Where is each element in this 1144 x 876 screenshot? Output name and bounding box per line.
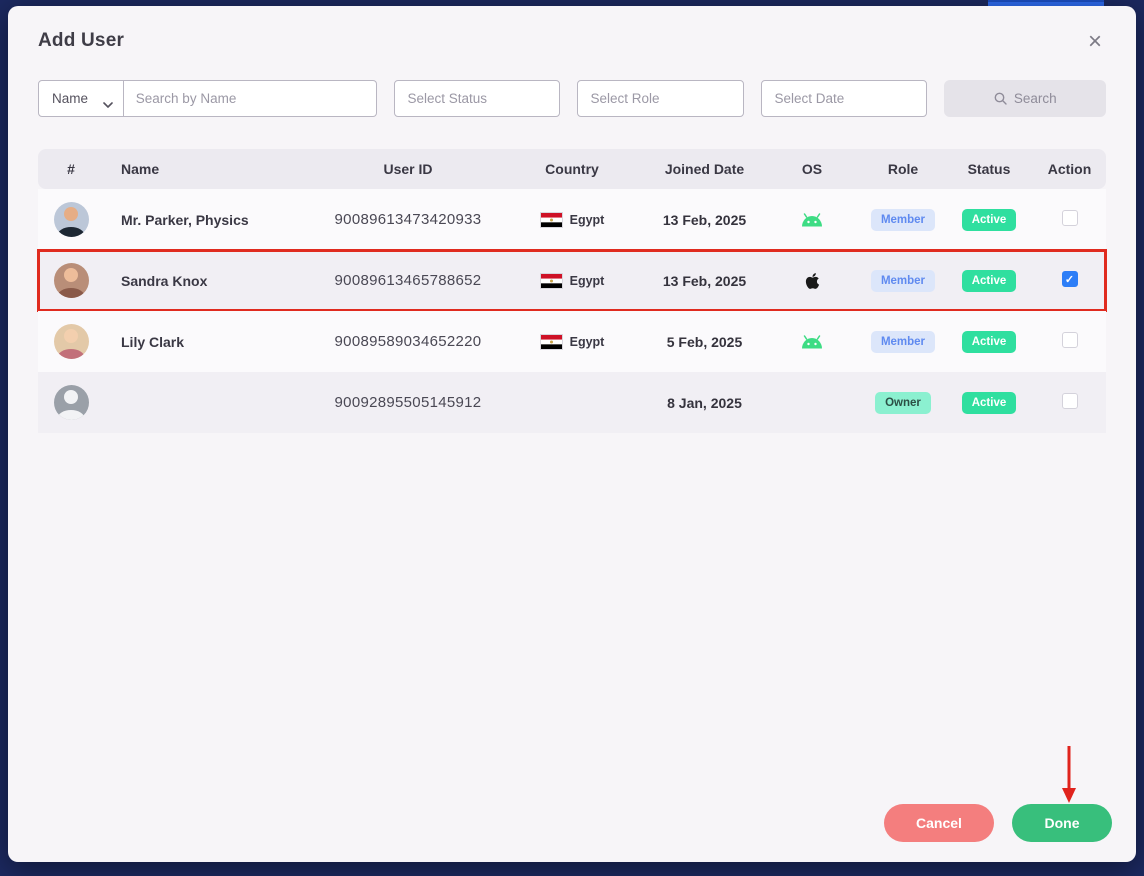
- country-cell: Egypt: [498, 333, 646, 350]
- table-row[interactable]: Sandra Knox 90089613465788652 Egypt 13 F…: [37, 249, 1107, 312]
- user-name: Lily Clark: [121, 333, 185, 350]
- close-icon[interactable]: ×: [1084, 30, 1106, 54]
- android-icon: [800, 334, 824, 349]
- column-header: Joined Date: [664, 161, 745, 177]
- user-id: 90089613473420933: [334, 211, 482, 228]
- role-badge: Member: [870, 330, 936, 353]
- role-badge: Member: [870, 269, 936, 292]
- user-id: 90092895505145912: [334, 394, 482, 411]
- done-button[interactable]: Done: [1012, 804, 1112, 842]
- os-cell: [763, 212, 861, 227]
- modal-title: Add User: [38, 30, 125, 51]
- select-role-input[interactable]: [577, 80, 745, 117]
- column-header: User ID: [383, 161, 433, 177]
- country-cell: Egypt: [498, 272, 646, 289]
- column-header: #: [67, 161, 75, 177]
- joined-date: 13 Feb, 2025: [662, 272, 747, 289]
- joined-date: 13 Feb, 2025: [662, 211, 747, 228]
- search-by-name-input[interactable]: [123, 80, 378, 117]
- select-date-input[interactable]: [761, 80, 928, 117]
- add-user-modal: Add User × Name Search # Name User ID Count…: [8, 6, 1136, 862]
- select-status-input[interactable]: [394, 80, 561, 117]
- row-checkbox[interactable]: [1061, 210, 1078, 226]
- joined-date: 8 Jan, 2025: [667, 394, 742, 411]
- table-header-row: # Name User ID Country Joined Date OS Role Stat…: [38, 149, 1106, 189]
- egypt-flag-icon: [539, 211, 563, 228]
- avatar: [53, 202, 89, 237]
- country-label: Egypt: [569, 273, 605, 288]
- role-badge: Member: [870, 208, 936, 231]
- column-header: OS: [801, 161, 823, 177]
- column-header: Name: [121, 161, 160, 177]
- row-checkbox[interactable]: [1061, 332, 1078, 348]
- table-row[interactable]: 90092895505145912 8 Jan, 2025 Owner Acti…: [38, 372, 1106, 433]
- egypt-flag-icon: [539, 272, 563, 289]
- column-header: Action: [1047, 161, 1092, 177]
- search-button-label: Search: [1013, 91, 1057, 106]
- row-checkbox[interactable]: [1061, 393, 1078, 409]
- modal-footer: Cancel Done: [884, 804, 1112, 842]
- joined-date: 5 Feb, 2025: [666, 333, 743, 350]
- filter-bar: Name Search: [38, 80, 1106, 117]
- avatar: [53, 324, 89, 359]
- search-icon: [994, 92, 1007, 105]
- user-name: Sandra Knox: [121, 272, 208, 289]
- name-filter-label: Name: [52, 91, 89, 106]
- table-row[interactable]: Lily Clark 90089589034652220 Egypt 5 Feb…: [38, 311, 1106, 372]
- status-badge: Active: [961, 208, 1017, 231]
- user-name: Mr. Parker, Physics: [121, 211, 249, 228]
- search-button[interactable]: Search: [944, 80, 1106, 117]
- chevron-down-icon: [102, 96, 113, 108]
- column-header: Status: [967, 161, 1011, 177]
- egypt-flag-icon: [539, 333, 563, 350]
- android-icon: [800, 212, 824, 227]
- os-cell: [763, 334, 861, 349]
- os-cell: [763, 272, 861, 290]
- annotation-arrow-icon: [1060, 744, 1078, 804]
- country-label: Egypt: [569, 334, 605, 349]
- role-badge: Owner: [875, 391, 931, 414]
- country-label: Egypt: [569, 212, 605, 227]
- column-header: Country: [545, 161, 599, 177]
- user-id: 90089589034652220: [334, 333, 482, 350]
- status-badge: Active: [961, 269, 1017, 292]
- table-row[interactable]: Mr. Parker, Physics 90089613473420933 Eg…: [38, 189, 1106, 250]
- name-filter-dropdown[interactable]: Name: [38, 80, 124, 117]
- user-id: 90089613465788652: [334, 272, 482, 289]
- column-header: Role: [887, 161, 919, 177]
- apple-icon: [805, 272, 820, 290]
- users-table: # Name User ID Country Joined Date OS Role Stat…: [37, 149, 1107, 433]
- status-badge: Active: [961, 391, 1017, 414]
- avatar: [53, 385, 89, 420]
- avatar: [53, 263, 89, 298]
- country-cell: Egypt: [498, 211, 646, 228]
- cancel-button[interactable]: Cancel: [884, 804, 994, 842]
- table-body: Mr. Parker, Physics 90089613473420933 Eg…: [37, 189, 1107, 433]
- row-checkbox[interactable]: [1061, 271, 1078, 287]
- status-badge: Active: [961, 330, 1017, 353]
